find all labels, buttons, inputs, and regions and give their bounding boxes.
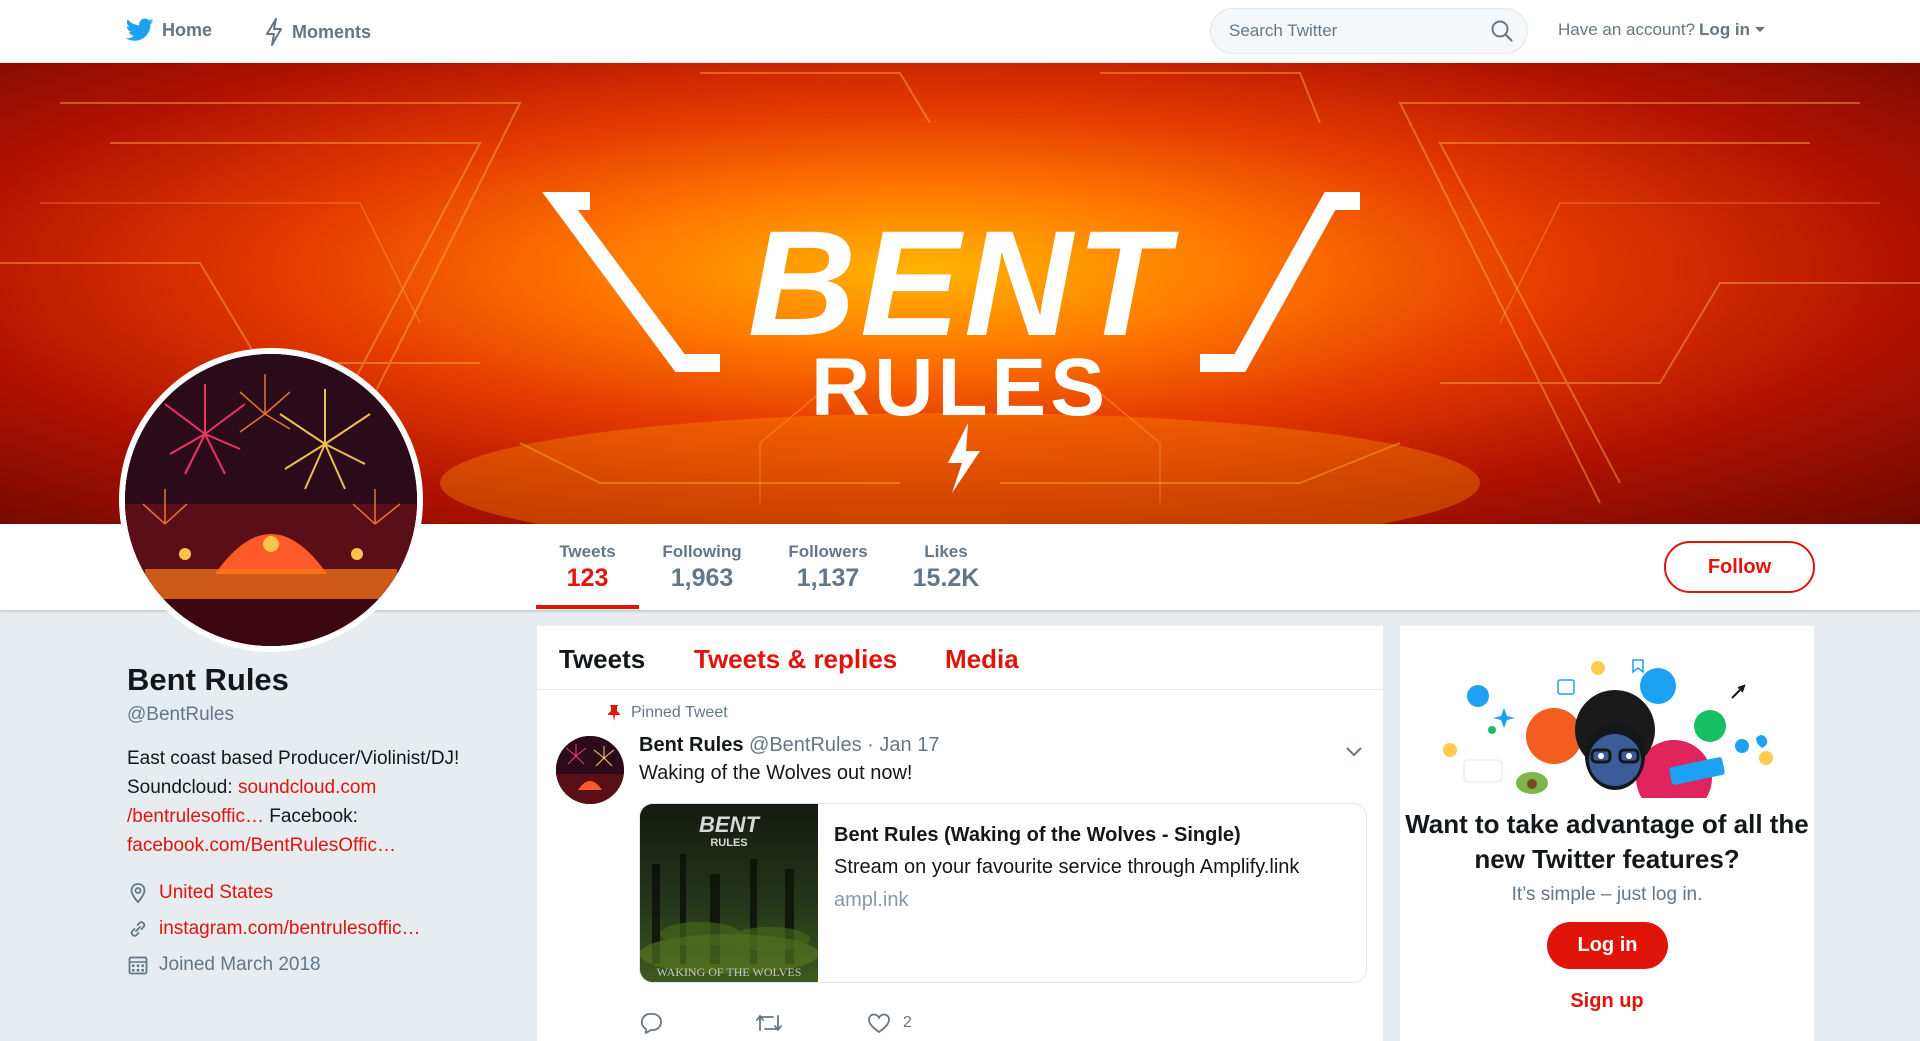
banner-logo-bottom: RULES <box>811 342 1109 433</box>
stat-followers[interactable]: Followers 1,137 <box>780 542 876 593</box>
stat-label: Likes <box>924 542 968 561</box>
have-account-text: Have an account? <box>1558 20 1696 39</box>
promo-title: Want to take advantage of all the new Tw… <box>1405 809 1809 874</box>
promo-login-button[interactable]: Log in <box>1547 922 1668 969</box>
stat-label: Followers <box>788 542 868 561</box>
bio-line: Soundcloud: soundcloud.com <box>127 773 507 802</box>
chevron-down-icon[interactable] <box>1345 742 1363 760</box>
nav-home-label: Home <box>162 19 213 40</box>
heart-icon <box>868 1013 890 1034</box>
avatar-image <box>125 354 417 646</box>
bio-line: East coast based Producer/Violinist/DJ! <box>127 748 460 769</box>
login-area: Have an account? Log in <box>1558 20 1766 40</box>
login-link[interactable]: Log in <box>1699 20 1750 40</box>
nav-home[interactable]: Home <box>126 18 212 42</box>
bio-soundcloud-link[interactable]: soundcloud.com <box>238 777 376 798</box>
bio-facebook-link[interactable]: facebook.com/BentRulesOffic… <box>127 835 396 856</box>
search-icon[interactable] <box>1491 20 1513 42</box>
stat-value: 15.2K <box>912 564 980 592</box>
tweet-author-handle[interactable]: @BentRules <box>749 734 862 756</box>
tweet-avatar-image <box>556 736 624 804</box>
promo-signup-link[interactable]: Sign up <box>1400 990 1814 1013</box>
retweet-button[interactable] <box>755 1012 783 1034</box>
profile-joined: Joined March 2018 <box>127 954 507 976</box>
card-title: Bent Rules (Waking of the Wolves - Singl… <box>834 824 1241 846</box>
active-stat-underline <box>536 605 639 609</box>
reply-button[interactable] <box>639 1012 663 1034</box>
stat-following[interactable]: Following 1,963 <box>656 542 748 593</box>
follow-button[interactable]: Follow <box>1664 541 1815 593</box>
tweet-separator: · <box>867 734 874 756</box>
bio-line: facebook.com/BentRulesOffic… <box>127 831 507 860</box>
bio-soundcloud-label: Soundcloud: <box>127 777 233 798</box>
tweet-header: Bent Rules @BentRules · Jan 17 <box>639 734 939 757</box>
profile-avatar[interactable] <box>119 348 423 652</box>
tab-tweets-and-replies[interactable]: Tweets & replies <box>694 644 897 675</box>
pin-icon <box>608 705 620 721</box>
promo-illustration <box>1443 659 1773 798</box>
tweet-author-name[interactable]: Bent Rules <box>639 734 743 756</box>
card-image-caption: WAKING OF THE WOLVES <box>657 965 802 979</box>
search-box <box>1210 8 1528 54</box>
stat-likes[interactable]: Likes 15.2K <box>906 542 986 593</box>
like-count: 2 <box>903 1014 912 1031</box>
stat-label: Tweets <box>559 542 616 561</box>
stat-label: Following <box>662 542 742 561</box>
tweet-text: Waking of the Wolves out now! <box>639 762 913 784</box>
login-promo-card: Want to take advantage of all the new Tw… <box>1400 626 1814 1041</box>
tweet-avatar[interactable] <box>556 736 624 804</box>
stat-value: 123 <box>566 564 609 592</box>
calendar-icon <box>128 956 148 975</box>
link-icon <box>130 921 146 937</box>
card-description: Stream on your favourite service through… <box>834 856 1300 878</box>
bio-facebook-label: Facebook: <box>269 806 358 827</box>
link-card[interactable]: BENT RULES WAKING OF THE WOLVES Bent Rul… <box>639 803 1367 983</box>
top-navigation: Home Moments Have an account? Log in <box>0 0 1920 63</box>
profile-handle: @BentRules <box>127 704 234 725</box>
stat-value: 1,137 <box>796 564 860 592</box>
card-image: BENT RULES WAKING OF THE WOLVES <box>640 804 819 982</box>
tab-tweets[interactable]: Tweets <box>559 644 645 675</box>
card-image-logo: BENT <box>699 812 760 837</box>
promo-subtitle: It’s simple – just log in. <box>1511 884 1703 905</box>
search-input[interactable] <box>1229 9 1479 53</box>
nav-moments[interactable]: Moments <box>264 18 371 46</box>
profile-website: instagram.com/bentrulesoffic… <box>127 918 507 940</box>
joined-text: Joined March 2018 <box>159 954 321 975</box>
stat-value: 1,963 <box>670 564 734 592</box>
like-button[interactable]: 2 <box>867 1012 912 1034</box>
bio-soundcloud-link-path[interactable]: /bentrulesoffic… <box>127 806 264 827</box>
location-pin-icon <box>130 883 146 904</box>
profile-bio: East coast based Producer/Violinist/DJ! … <box>127 744 507 860</box>
website-link[interactable]: instagram.com/bentrulesoffic… <box>159 918 421 940</box>
lightning-icon <box>266 18 282 46</box>
profile-location: United States <box>127 882 507 904</box>
profile-name[interactable]: Bent Rules <box>127 662 507 698</box>
location-text[interactable]: United States <box>159 882 273 904</box>
caret-down-icon[interactable] <box>1754 26 1766 34</box>
timeline-tabs: Tweets Tweets & replies Media <box>537 626 1383 690</box>
timeline-card: Tweets Tweets & replies Media Pinned Twe… <box>537 626 1383 1041</box>
bio-line: /bentrulesoffic… Facebook: <box>127 802 507 831</box>
reply-icon <box>640 1013 662 1034</box>
pinned-label: Pinned Tweet <box>631 704 728 721</box>
twitter-bird-icon <box>126 18 154 41</box>
card-image-logo-sub: RULES <box>710 837 747 849</box>
tab-media[interactable]: Media <box>945 644 1019 675</box>
card-domain: ampl.ink <box>834 889 909 911</box>
retweet-icon <box>756 1015 782 1031</box>
profile-info: Bent Rules @BentRules East coast based P… <box>127 662 507 976</box>
stat-tweets[interactable]: Tweets 123 <box>536 542 639 593</box>
nav-moments-label: Moments <box>292 21 372 42</box>
pinned-indicator: Pinned Tweet <box>607 704 728 722</box>
tweet-date[interactable]: Jan 17 <box>879 734 939 756</box>
